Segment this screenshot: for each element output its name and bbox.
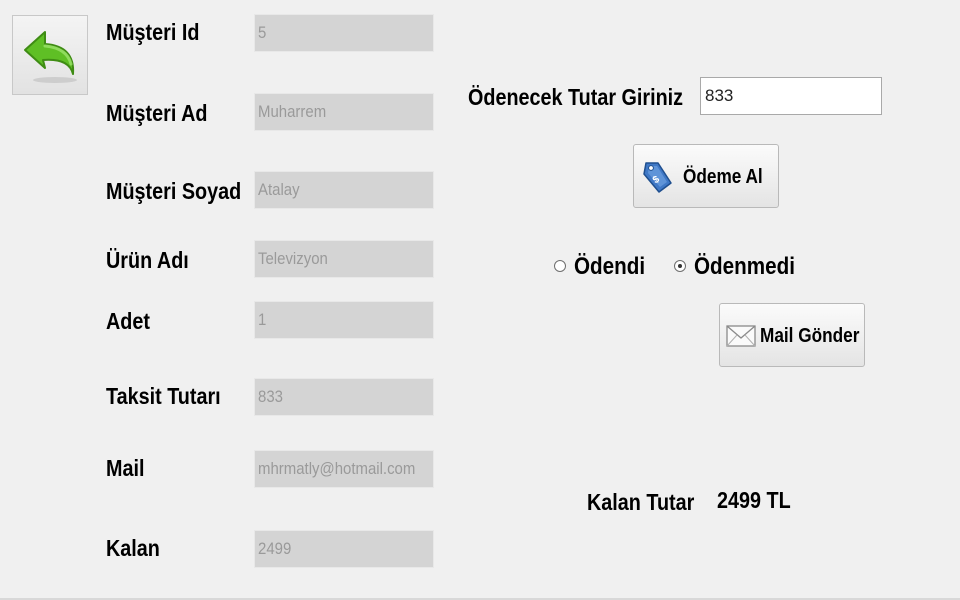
remaining-field[interactable]: 2499 <box>254 530 434 568</box>
radio-unpaid-circle <box>674 260 686 272</box>
price-tag-icon: $ <box>643 162 672 193</box>
remaining-total-value: 2499 TL <box>717 487 791 513</box>
radio-unpaid-label: Ödenmedi <box>694 253 795 280</box>
mail-label: Mail <box>106 455 145 481</box>
radio-paid-circle <box>554 260 566 272</box>
radio-paid-label: Ödendi <box>574 253 646 280</box>
amount-label: Ödenecek Tutar Giriniz <box>468 84 684 110</box>
customer-id-field[interactable]: 5 <box>254 14 434 52</box>
amount-input[interactable] <box>700 77 882 115</box>
product-name-label: Ürün Adı <box>106 247 189 273</box>
send-mail-button[interactable]: Mail Gönder <box>719 303 865 367</box>
installment-amount-label: Taksit Tutarı <box>106 383 221 409</box>
take-payment-label: Ödeme Al <box>683 166 763 188</box>
payment-window: Müşteri Id Müşteri Ad Müşteri Soyad Ürün… <box>0 0 960 600</box>
installment-amount-field[interactable]: 833 <box>254 378 434 416</box>
quantity-label: Adet <box>106 308 150 334</box>
mail-field[interactable]: mhrmatly@hotmail.com <box>254 450 434 488</box>
back-arrow-icon <box>24 31 77 83</box>
customer-surname-label: Müşteri Soyad <box>106 178 242 204</box>
envelope-icon <box>726 325 756 347</box>
take-payment-button[interactable]: $ Ödeme Al <box>633 144 779 208</box>
customer-name-field[interactable]: Muharrem <box>254 93 434 131</box>
product-name-field[interactable]: Televizyon <box>254 240 434 278</box>
remaining-label: Kalan <box>106 535 160 561</box>
quantity-field[interactable]: 1 <box>254 301 434 339</box>
send-mail-label: Mail Gönder <box>760 325 860 347</box>
customer-name-label: Müşteri Ad <box>106 100 208 126</box>
radio-selected-dot <box>678 264 682 268</box>
remaining-total-label: Kalan Tutar <box>587 489 695 515</box>
customer-id-label: Müşteri Id <box>106 19 200 45</box>
customer-surname-field[interactable]: Atalay <box>254 171 434 209</box>
back-button[interactable] <box>12 15 88 95</box>
